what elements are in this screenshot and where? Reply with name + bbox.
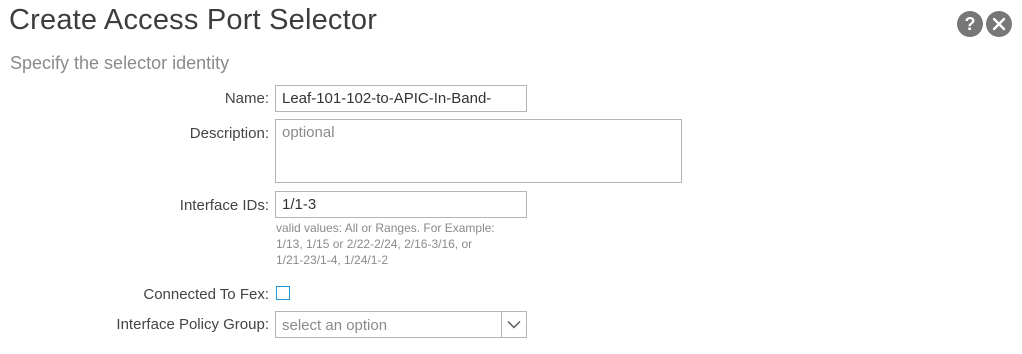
name-label: Name:	[224, 90, 269, 107]
name-input[interactable]	[275, 85, 527, 112]
description-textarea[interactable]	[275, 119, 682, 183]
dialog-title: Create Access Port Selector	[9, 4, 378, 36]
close-icon[interactable]	[986, 11, 1012, 37]
hint-line: 1/13, 1/15 or 2/22-2/24, 2/16-3/16, or	[276, 237, 473, 251]
interface-policy-group-label: Interface Policy Group:	[116, 316, 269, 333]
help-glyph: ?	[964, 13, 976, 34]
hint-line: valid values: All or Ranges. For Example…	[276, 221, 495, 235]
dialog-subtitle: Specify the selector identity	[10, 53, 230, 73]
chevron-down-icon[interactable]	[501, 312, 526, 337]
connected-to-fex-checkbox[interactable]	[276, 286, 290, 300]
interface-ids-label: Interface IDs:	[179, 197, 269, 214]
interface-policy-group-select[interactable]: select an option	[275, 311, 527, 338]
select-placeholder: select an option	[282, 317, 388, 334]
hint-line: 1/21-23/1-4, 1/24/1-2	[276, 253, 389, 267]
description-label: Description:	[189, 125, 269, 142]
question-mark-icon[interactable]: ?	[957, 11, 983, 37]
connected-to-fex-label: Connected To Fex:	[143, 286, 269, 303]
interface-ids-hint: valid values: All or Ranges. For Example…	[276, 220, 495, 268]
interface-ids-input[interactable]	[275, 191, 527, 218]
